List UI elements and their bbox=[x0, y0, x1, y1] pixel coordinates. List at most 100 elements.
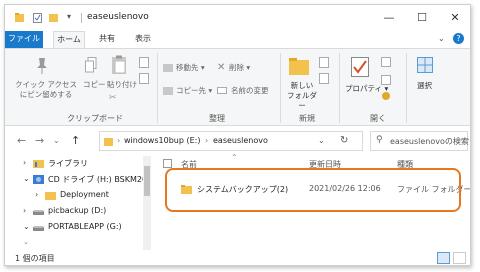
navigation-pane: › ライブラリ ⌄ CD ドライブ (H:) BSKM203 › Deploym… bbox=[5, 156, 151, 250]
move-to-button[interactable]: 移動先 ▾ bbox=[176, 63, 205, 73]
tree-item-label: Deployment bbox=[60, 190, 109, 199]
nav-scrollbar-thumb[interactable] bbox=[144, 166, 150, 196]
ribbon-divider bbox=[406, 53, 407, 123]
new-folder-button[interactable]: 新しい フォルダー bbox=[285, 81, 319, 111]
ribbon: クイック アクセス にピン留めする コピー 貼り付け ✂ クリップボード 移動先… bbox=[5, 48, 470, 126]
select-icon bbox=[417, 57, 433, 73]
copy-path-icon[interactable] bbox=[139, 57, 149, 68]
breadcrumb-folder[interactable]: easeuslenovo bbox=[213, 136, 268, 145]
title-separator bbox=[81, 13, 82, 23]
rename-button[interactable]: 名前の変更 bbox=[231, 86, 269, 96]
breadcrumb-drive[interactable]: windows10bup (E:) bbox=[124, 136, 200, 145]
tree-item-picbackup[interactable]: › picbackup (D:) bbox=[5, 204, 151, 220]
properties-label: プロパティ bbox=[345, 84, 383, 93]
new-item-icon[interactable] bbox=[319, 57, 329, 68]
tree-item-label: PORTABLEAPP (G:) bbox=[48, 222, 122, 231]
pin-label-1: クイック アクセス bbox=[14, 80, 77, 89]
delete-button[interactable]: 削除 ▾ bbox=[229, 63, 250, 73]
paste-icon bbox=[112, 55, 126, 74]
refresh-icon[interactable]: ↻ bbox=[340, 135, 348, 146]
paste-shortcut-icon[interactable] bbox=[139, 73, 149, 84]
delete-icon: ✕ bbox=[217, 62, 226, 73]
select-button[interactable]: 選択 bbox=[417, 81, 432, 91]
ribbon-collapse-icon[interactable]: ⌄ bbox=[438, 34, 445, 43]
up-icon[interactable]: ↑ bbox=[71, 134, 80, 147]
cd-drive-icon bbox=[33, 175, 44, 184]
new-group-label: 新規 bbox=[299, 114, 315, 123]
highlight-annotation bbox=[165, 168, 461, 212]
folder-icon bbox=[45, 192, 56, 200]
expand-icon[interactable]: › bbox=[35, 190, 38, 199]
copy-to-label: コピー先 bbox=[176, 86, 206, 95]
pin-label-2: にピン留めする bbox=[19, 90, 73, 99]
pin-quick-access-button[interactable]: クイック アクセス にピン留めする bbox=[11, 80, 81, 100]
collapse-icon[interactable]: ⌄ bbox=[23, 222, 30, 231]
cut-icon[interactable]: ✂ bbox=[109, 93, 117, 103]
pin-icon bbox=[37, 58, 47, 74]
forward-icon[interactable]: → bbox=[35, 134, 44, 147]
ribbon-tabs: ファイル ホーム 共有 表示 ⌄ ? bbox=[5, 31, 470, 48]
minimize-button[interactable]: — bbox=[375, 8, 403, 28]
expand-icon[interactable]: › bbox=[23, 206, 26, 215]
search-icon: ⚲ bbox=[376, 135, 383, 145]
recent-locations-icon[interactable]: ⌄ bbox=[53, 136, 60, 145]
close-button[interactable]: ✕ bbox=[441, 8, 469, 28]
new-folder-label-2: フォルダー bbox=[287, 91, 317, 110]
back-icon[interactable]: ← bbox=[17, 134, 26, 147]
address-bar[interactable]: › windows10bup (E:) › easeuslenovo ⌄ ↻ bbox=[99, 131, 363, 151]
open-group-label: 開く bbox=[370, 114, 386, 123]
collapse-icon[interactable]: ⌄ bbox=[23, 174, 30, 183]
file-list: 名前 ⌃ 更新日時 種類 システムバックアップ(2) 2021/02/26 12… bbox=[151, 153, 470, 250]
copy-to-button[interactable]: コピー先 ▾ bbox=[176, 86, 212, 96]
address-dropdown-icon[interactable]: ⌄ bbox=[318, 136, 325, 145]
search-placeholder: easeuslenovoの検索 bbox=[390, 137, 469, 146]
tree-item-label: ライブラリ bbox=[48, 159, 88, 168]
scroll-down-arrow-icon[interactable]: ⌄ bbox=[23, 238, 29, 246]
ribbon-divider bbox=[339, 53, 340, 123]
breadcrumb-separator: › bbox=[117, 136, 121, 145]
new-folder-label-1: 新しい bbox=[290, 81, 314, 90]
new-folder-icon bbox=[289, 58, 309, 75]
delete-label: 削除 bbox=[229, 63, 244, 72]
tree-item-label: picbackup (D:) bbox=[48, 206, 107, 215]
library-icon bbox=[33, 160, 44, 168]
item-count: 1 個の項目 bbox=[15, 254, 55, 263]
tree-item-portableapp[interactable]: ⌄ PORTABLEAPP (G:) bbox=[5, 220, 151, 236]
tab-view[interactable]: 表示 bbox=[129, 31, 157, 48]
tree-item-cd-drive[interactable]: ⌄ CD ドライブ (H:) BSKM203 bbox=[5, 172, 151, 188]
paste-button[interactable]: 貼り付け bbox=[107, 80, 137, 90]
qat-dropdown-icon[interactable]: ▾ bbox=[67, 12, 71, 21]
details-view-icon[interactable] bbox=[437, 252, 450, 264]
address-bar-row: ← → ⌄ ↑ › windows10bup (E:) › easeusleno… bbox=[5, 126, 470, 156]
drive-icon bbox=[33, 210, 44, 215]
rename-icon bbox=[217, 87, 227, 94]
copy-to-icon bbox=[163, 87, 173, 95]
help-icon[interactable]: ? bbox=[453, 33, 464, 44]
select-all-checkbox[interactable] bbox=[163, 159, 172, 168]
large-icons-view-icon[interactable] bbox=[453, 252, 466, 264]
history-icon[interactable] bbox=[381, 91, 391, 101]
folder-icon bbox=[15, 13, 24, 22]
copy-icon bbox=[85, 57, 97, 73]
open-icon[interactable] bbox=[381, 57, 391, 67]
ribbon-divider bbox=[280, 53, 281, 123]
tab-home[interactable]: ホーム bbox=[53, 31, 85, 48]
expand-icon[interactable]: › bbox=[23, 158, 26, 167]
folder-icon bbox=[104, 138, 113, 146]
edit-icon[interactable] bbox=[381, 75, 391, 85]
breadcrumb-separator: › bbox=[205, 136, 209, 145]
title-bar: ▾ easeuslenovo — ☐ ✕ bbox=[5, 5, 470, 31]
tree-item-deployment[interactable]: › Deployment bbox=[5, 188, 151, 204]
clipboard-group-label: クリップボード bbox=[67, 114, 123, 123]
copy-button[interactable]: コピー bbox=[83, 80, 106, 90]
new-folder-quick-icon[interactable] bbox=[49, 13, 58, 23]
search-input[interactable]: ⚲ easeuslenovoの検索 bbox=[370, 131, 469, 151]
properties-quick-icon[interactable] bbox=[33, 13, 42, 23]
tree-item-libraries[interactable]: › ライブラリ bbox=[5, 156, 151, 172]
tab-share[interactable]: 共有 bbox=[93, 31, 121, 48]
ribbon-divider bbox=[157, 53, 158, 123]
tab-file[interactable]: ファイル bbox=[5, 31, 43, 48]
maximize-button[interactable]: ☐ bbox=[408, 8, 436, 28]
easy-access-icon[interactable] bbox=[319, 73, 329, 84]
explorer-window: ▾ easeuslenovo — ☐ ✕ ファイル ホーム 共有 表示 ⌄ ? … bbox=[4, 4, 471, 266]
